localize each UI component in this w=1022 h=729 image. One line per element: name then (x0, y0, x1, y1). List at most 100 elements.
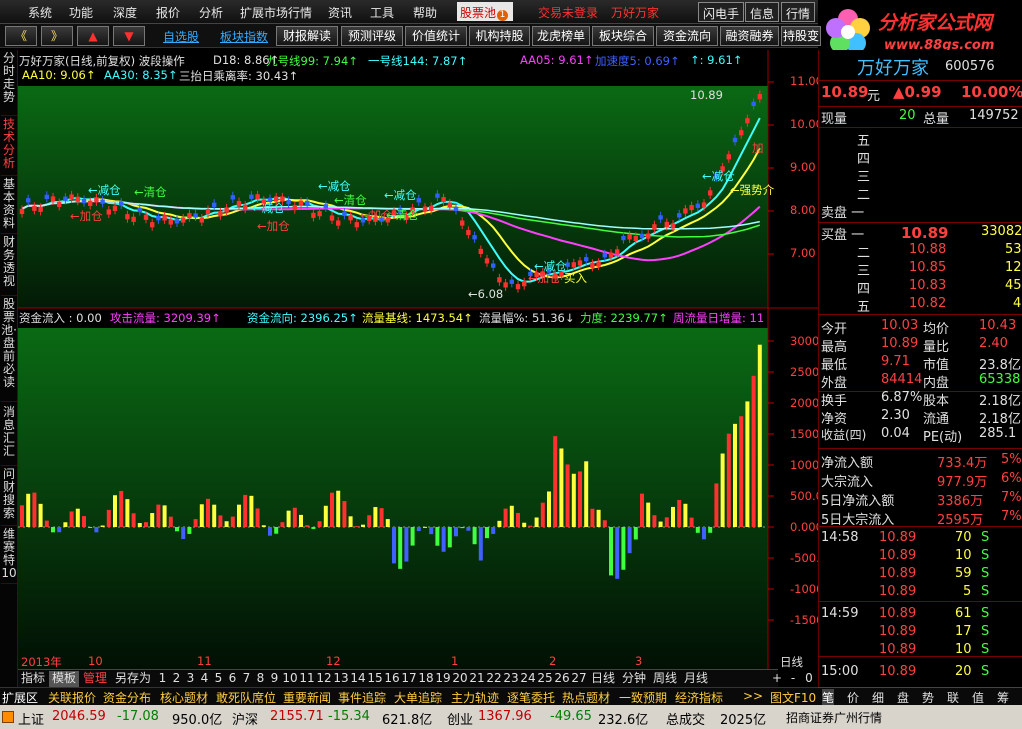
nav-button-1[interactable]: 》 (41, 26, 73, 46)
menu-item-8[interactable]: 帮助 (413, 4, 437, 21)
tab-9[interactable]: 6 (226, 671, 239, 687)
quote-tab-2[interactable]: 细 (872, 689, 884, 706)
quote-tab-1[interactable]: 价 (847, 689, 859, 706)
subtab-0[interactable]: 扩展区 (2, 689, 38, 706)
tab-28[interactable]: 25 (537, 671, 553, 687)
subtab-10[interactable]: 热点题材 (562, 689, 610, 706)
trade-login-link[interactable]: 交易未登录 (538, 4, 598, 21)
subtab-7[interactable]: 大单追踪 (394, 689, 442, 706)
tab-25[interactable]: 22 (486, 671, 502, 687)
info-button[interactable]: 信息 (745, 2, 780, 22)
menu-item-3[interactable]: 报价 (156, 4, 180, 21)
quote-tab-4[interactable]: 势 (922, 689, 934, 706)
tab-14[interactable]: 11 (299, 671, 315, 687)
tab-15[interactable]: 12 (316, 671, 332, 687)
subtab-14[interactable]: 图文F10 (770, 689, 816, 706)
status-item-14[interactable]: 招商证券广州行情 (786, 709, 882, 726)
tab-10[interactable]: 7 (240, 671, 253, 687)
menu-item-0[interactable]: 系统 (28, 4, 52, 21)
menu-item-5[interactable]: 扩展市场行情 (240, 4, 312, 21)
flash-trade-button[interactable]: 闪电手 (698, 2, 745, 22)
toolbar-button-0[interactable]: 财报解读 (276, 26, 338, 46)
tab-8[interactable]: 5 (212, 671, 225, 687)
subtab-2[interactable]: 资金分布 (103, 689, 151, 706)
menu-item-2[interactable]: 深度 (113, 4, 137, 21)
tab-29[interactable]: 26 (554, 671, 570, 687)
subtab-6[interactable]: 事件追踪 (338, 689, 386, 706)
tab-3[interactable]: 另存为 (111, 671, 155, 687)
menu-item-4[interactable]: 分析 (199, 4, 223, 21)
quote-tab-6[interactable]: 值 (972, 689, 984, 706)
side-tab-2[interactable]: 基本资料 (1, 178, 17, 234)
toolbar-button-3[interactable]: 机构持股 (469, 26, 530, 46)
nav-button-3[interactable]: ▼ (113, 26, 145, 46)
tab-34[interactable]: 月线 (681, 671, 711, 687)
side-tab-3[interactable]: 财务透视 (1, 236, 17, 296)
market-button[interactable]: 行情 (781, 2, 816, 22)
toolbar-button-7[interactable]: 融资融券 (720, 26, 779, 46)
tab-11[interactable]: 8 (254, 671, 267, 687)
tab-26[interactable]: 23 (503, 671, 519, 687)
chart-area[interactable] (18, 50, 818, 669)
tab-33[interactable]: 周线 (650, 671, 680, 687)
nav-button-2[interactable]: ▲ (77, 26, 109, 46)
quote-tab-3[interactable]: 盘 (897, 689, 909, 706)
toolbar-button-1[interactable]: 预测评级 (341, 26, 403, 46)
watchlist-link[interactable]: 自选股 (163, 28, 199, 45)
tab-4[interactable]: 1 (156, 671, 169, 687)
nav-button-0[interactable]: 《 (5, 26, 37, 46)
tab-19[interactable]: 16 (384, 671, 400, 687)
zoom-btn-0[interactable]: + (770, 671, 784, 687)
subtab-13[interactable]: >> (743, 689, 763, 703)
subtab-5[interactable]: 重要新闻 (283, 689, 331, 706)
subtab-9[interactable]: 逐笔委托 (507, 689, 555, 706)
subtab-11[interactable]: 一致预期 (619, 689, 667, 706)
tab-12[interactable]: 9 (268, 671, 281, 687)
tab-32[interactable]: 分钟 (619, 671, 649, 687)
side-tab-5[interactable]: 消息汇汇 (1, 406, 17, 466)
tab-24[interactable]: 21 (469, 671, 485, 687)
subtab-12[interactable]: 经济指标 (675, 689, 723, 706)
side-tab-4[interactable]: 股票池·盘前必读 (1, 298, 17, 402)
tab-23[interactable]: 20 (452, 671, 468, 687)
tab-13[interactable]: 10 (282, 671, 298, 687)
side-tab-0[interactable]: 分时走势 (1, 52, 17, 116)
tab-22[interactable]: 19 (435, 671, 451, 687)
menu-item-6[interactable]: 资讯 (328, 4, 352, 21)
tab-1[interactable]: 模板 (49, 671, 79, 687)
toolbar-button-4[interactable]: 龙虎榜单 (532, 26, 590, 46)
menu-item-1[interactable]: 功能 (69, 4, 93, 21)
side-tab-1[interactable]: 技术分析 (1, 118, 17, 176)
menu-item-7[interactable]: 工具 (370, 4, 394, 21)
toolbar-button-5[interactable]: 板块综合 (592, 26, 654, 46)
zoom-btn-2[interactable]: 0 (802, 671, 816, 687)
side-tab-6[interactable]: 问财搜索 (1, 468, 17, 526)
subtab-8[interactable]: 主力轨迹 (451, 689, 499, 706)
subtab-4[interactable]: 敢死队席位 (216, 689, 276, 706)
toolbar-button-8[interactable]: 持股变 (781, 26, 821, 46)
sector-index-link[interactable]: 板块指数 (220, 28, 268, 45)
quote-tab-5[interactable]: 联 (947, 689, 959, 706)
subtab-3[interactable]: 核心题材 (160, 689, 208, 706)
stock-name-link[interactable]: 万好万家 (611, 4, 659, 21)
tab-27[interactable]: 24 (520, 671, 536, 687)
tab-18[interactable]: 15 (367, 671, 383, 687)
tab-31[interactable]: 日线 (588, 671, 618, 687)
tab-5[interactable]: 2 (170, 671, 183, 687)
tab-30[interactable]: 27 (571, 671, 587, 687)
tab-20[interactable]: 17 (401, 671, 417, 687)
subtab-1[interactable]: 关联报价 (48, 689, 96, 706)
tab-6[interactable]: 3 (184, 671, 197, 687)
tab-17[interactable]: 14 (350, 671, 366, 687)
tab-21[interactable]: 18 (418, 671, 434, 687)
tab-7[interactable]: 4 (198, 671, 211, 687)
toolbar-button-2[interactable]: 价值统计 (405, 26, 467, 46)
zoom-btn-1[interactable]: - (786, 671, 800, 687)
tab-0[interactable]: 指标 (18, 671, 48, 687)
tab-2[interactable]: 管理 (80, 671, 110, 687)
stock-pool-menu[interactable]: 股票池 1 (457, 2, 513, 21)
quote-tab-0[interactable]: 笔 (822, 689, 835, 706)
side-tab-7[interactable]: 维赛特10 (1, 528, 17, 584)
toolbar-button-6[interactable]: 资金流向 (656, 26, 718, 46)
quote-tab-7[interactable]: 筹 (997, 689, 1009, 706)
